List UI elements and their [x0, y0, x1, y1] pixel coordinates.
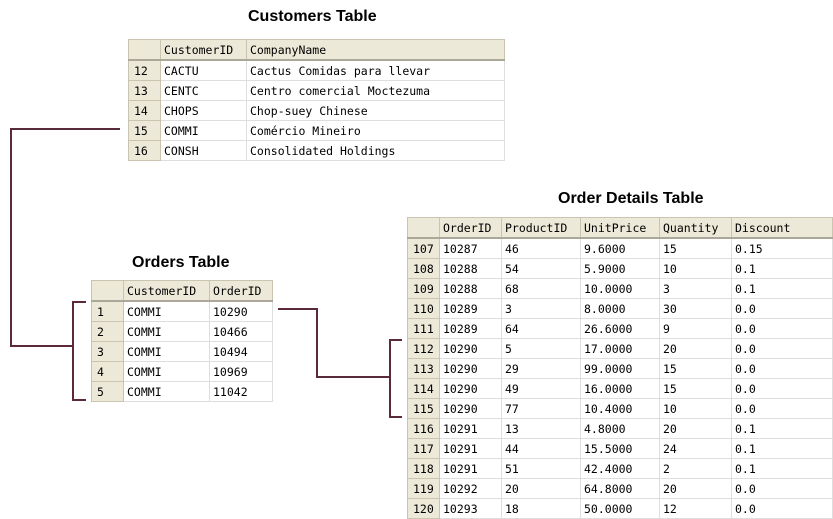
customer-to-orders-connector [10, 128, 120, 347]
orders-group-bracket [72, 301, 86, 401]
relationship-connectors [10, 128, 402, 418]
order-to-details-connector [278, 308, 390, 378]
details-group-bracket [389, 339, 402, 418]
